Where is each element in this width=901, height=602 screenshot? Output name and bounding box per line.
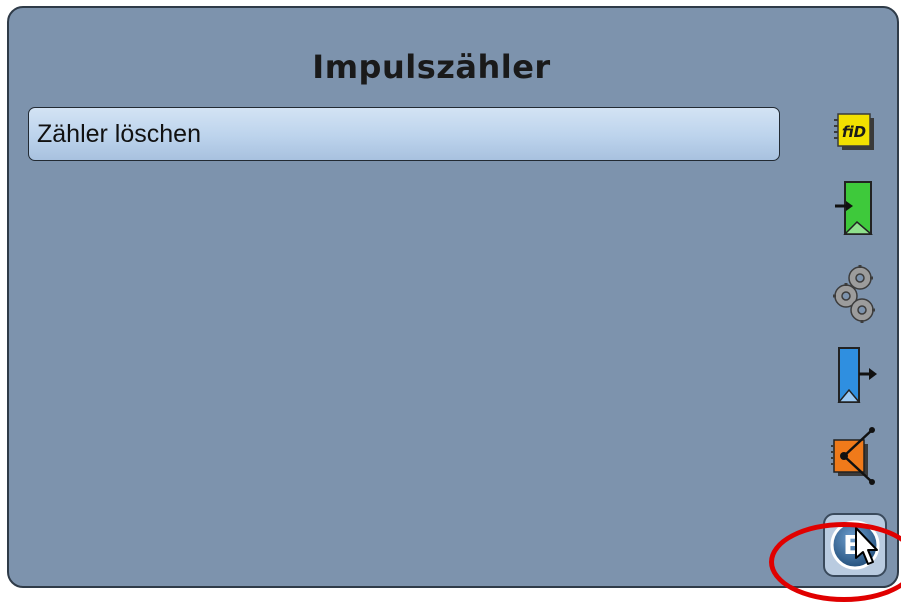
menu-item-label: Zähler löschen — [37, 120, 201, 148]
output-icon[interactable] — [833, 342, 881, 408]
fid-icon[interactable]: fiD — [832, 110, 878, 156]
menu-panel: Impulszähler Zähler löschen — [7, 6, 899, 588]
function-icon[interactable] — [830, 424, 882, 490]
exit-icon[interactable]: E — [822, 512, 888, 578]
input-icon[interactable] — [833, 176, 877, 240]
gears-icon[interactable] — [830, 262, 884, 326]
fid-icon-label: fiD — [842, 123, 866, 141]
page-title: Impulszähler — [312, 48, 551, 86]
menu-item-zaehler-loeschen[interactable]: Zähler löschen — [28, 107, 780, 161]
